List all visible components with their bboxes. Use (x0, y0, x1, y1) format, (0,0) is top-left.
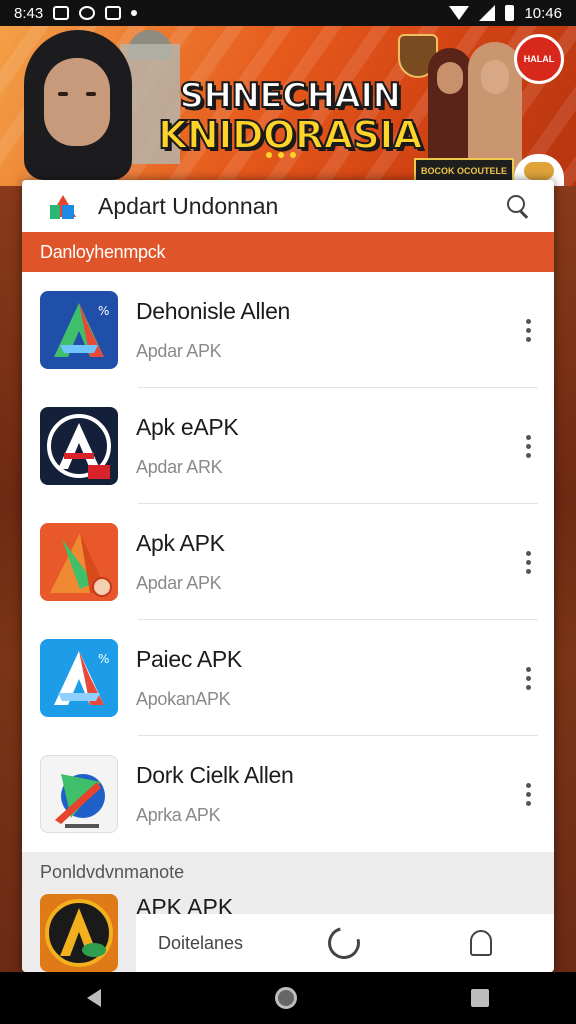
apk-a-icon (40, 407, 118, 485)
app-subtitle: Aprka APK (136, 805, 221, 825)
app-name: Dehonisle Allen (136, 298, 291, 324)
app-name: Apk eAPK (136, 414, 239, 440)
refresh-icon[interactable] (322, 921, 366, 965)
app-subtitle: Apdar APK (136, 341, 222, 361)
notification-icon (53, 6, 70, 20)
signal-icon (479, 5, 496, 21)
dot-icon (131, 10, 138, 16)
section-header: Danloyhenmpck (22, 232, 554, 272)
more-options-icon[interactable] (516, 315, 540, 345)
banner-title: SHNECHAIN KNIDORASIA (150, 76, 430, 157)
banner-title-line2: KNIDORASIA (157, 113, 423, 157)
background-app (554, 186, 576, 972)
dialog-header: Apdart Undonnan (22, 180, 554, 232)
apk-a-icon (40, 523, 118, 601)
app-name: Paiec APK (136, 646, 242, 672)
status-bar: 8:43 10:46 (0, 0, 576, 26)
apk-a-icon (40, 894, 118, 972)
more-options-icon[interactable] (516, 431, 540, 461)
apk-a-icon: % (40, 291, 118, 369)
list-item[interactable]: Apk APK Apdar APK (22, 504, 554, 620)
message-icon (105, 6, 122, 20)
tab-downloads[interactable]: Doitelanes (158, 933, 308, 954)
recent-apps-icon[interactable] (471, 989, 489, 1007)
section-label: Ponldvdvnmanote (40, 862, 185, 882)
app-subtitle: Apdar APK (136, 573, 222, 593)
status-time-left: 8:43 (14, 4, 44, 22)
app-logo-icon (48, 191, 78, 221)
home-icon[interactable] (275, 987, 297, 1009)
back-icon[interactable] (87, 989, 101, 1007)
svg-text:%: % (98, 652, 109, 666)
dialog-title: Apdart Undonnan (98, 192, 279, 219)
svg-text:%: % (98, 304, 109, 318)
banner-title-line1: SHNECHAIN (179, 76, 402, 116)
more-options-icon[interactable] (516, 663, 540, 693)
app-subtitle: Apdar ARK (136, 457, 223, 477)
background-app (0, 186, 22, 972)
brand-logo: HALAL (514, 34, 564, 84)
more-options-icon[interactable] (516, 547, 540, 577)
list-item[interactable]: Dork Cielk Allen Aprka APK (22, 736, 554, 852)
person-image (0, 26, 160, 186)
search-icon[interactable] (504, 192, 532, 220)
battery-icon (505, 5, 515, 21)
apk-a-icon: % (40, 639, 118, 717)
status-time-right: 10:46 (524, 4, 562, 22)
list-item[interactable]: Apk eAPK Apdar ARK (22, 388, 554, 504)
app-subtitle: ApokanAPK (136, 689, 231, 709)
list-item[interactable]: % Dehonisle Allen Apdar APK (22, 272, 554, 388)
app-name: Dork Cielk Allen (136, 762, 294, 788)
bottom-tab-bar: Doitelanes (136, 914, 554, 972)
more-options-icon[interactable] (516, 779, 540, 809)
app-list: % Dehonisle Allen Apdar APK Apk eAPK Apd… (22, 272, 554, 972)
navigation-bar (0, 972, 576, 1024)
list-item[interactable]: % Paiec APK ApokanAPK (22, 620, 554, 736)
sync-icon (79, 6, 96, 20)
notification-bell-icon[interactable] (470, 930, 492, 956)
apk-a-icon (40, 755, 118, 833)
download-dialog: Apdart Undonnan Danloyhenmpck % Dehonisl… (22, 180, 554, 972)
banner-dots (266, 152, 296, 158)
wifi-icon (449, 6, 470, 20)
promo-banner[interactable]: SHNECHAIN KNIDORASIA HALAL BOCOK OCOUTEL… (0, 26, 576, 186)
app-name: Apk APK (136, 530, 225, 556)
